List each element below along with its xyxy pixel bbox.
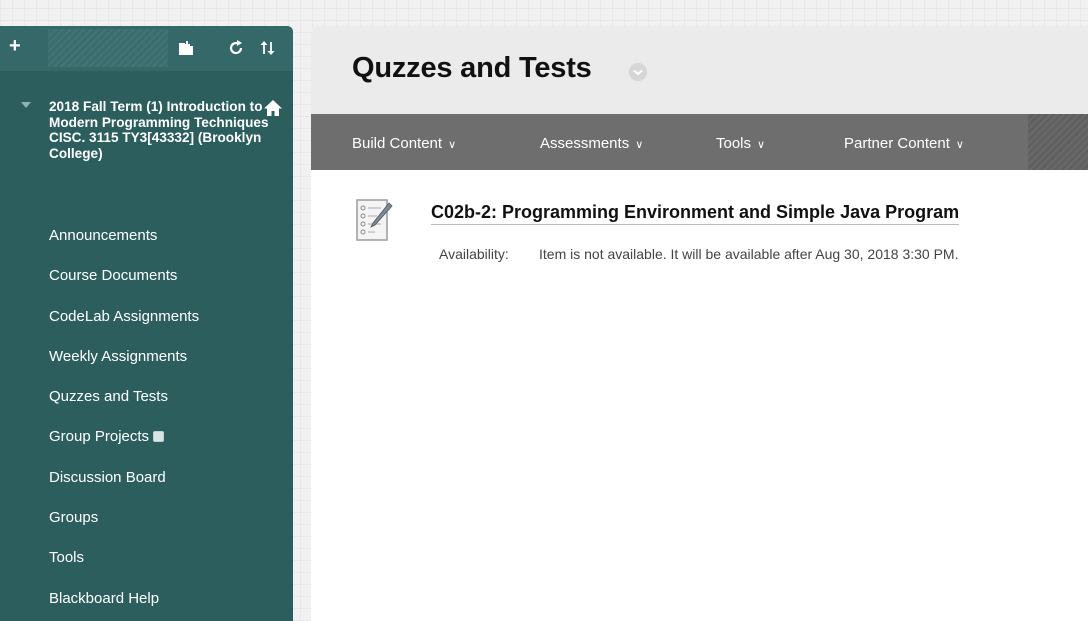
page-header: Quzzes and Tests <box>311 26 1088 114</box>
home-icon[interactable] <box>263 99 283 117</box>
course-sidebar: + 2018 Fall Term (1) Introduction to Mod… <box>0 26 293 621</box>
tools-label: Tools <box>716 135 752 152</box>
sidebar-item-discussion-board[interactable]: Discussion Board <box>0 458 293 498</box>
sidebar-item-weekly-assignments[interactable]: Weekly Assignments <box>0 337 293 377</box>
background-strip <box>0 0 1088 26</box>
build-content-menu[interactable]: Build Content ∨ <box>352 135 456 152</box>
folder-view-icon[interactable] <box>177 39 195 57</box>
refresh-icon[interactable] <box>227 39 245 57</box>
chevron-down-icon: ∨ <box>955 139 964 151</box>
build-content-label: Build Content <box>352 135 443 152</box>
assessments-menu[interactable]: Assessments ∨ <box>540 135 643 152</box>
partner-content-menu[interactable]: Partner Content ∨ <box>844 135 964 152</box>
sidebar-item-quizzes-and-tests[interactable]: Quzzes and Tests <box>0 377 293 417</box>
reorder-icon[interactable] <box>259 39 277 57</box>
sidebar-item-tools[interactable]: Tools <box>0 538 293 578</box>
add-menu-item-button[interactable]: + <box>9 35 21 58</box>
assessments-label: Assessments <box>540 135 630 152</box>
sidebar-item-course-documents[interactable]: Course Documents <box>0 256 293 296</box>
content-item-link[interactable]: C02b-2: Programming Environment and Simp… <box>431 202 960 225</box>
availability-text: Item is not available. It will be availa… <box>539 246 959 262</box>
sidebar-item-groups[interactable]: Groups <box>0 498 293 538</box>
partner-content-label: Partner Content <box>844 135 950 152</box>
tools-menu[interactable]: Tools ∨ <box>716 135 765 152</box>
collapse-caret-icon[interactable] <box>21 102 31 108</box>
sidebar-toolbar-hatch <box>48 29 168 67</box>
sidebar-item-codelab-assignments[interactable]: CodeLab Assignments <box>0 297 293 337</box>
hidden-from-students-icon <box>153 431 165 443</box>
sidebar-item-announcements[interactable]: Announcements <box>0 216 293 256</box>
action-bar: Build Content ∨ Assessments ∨ Tools ∨ Partn… <box>311 114 1088 170</box>
sidebar-toolbar: + <box>0 26 293 71</box>
chevron-down-icon: ∨ <box>448 139 457 151</box>
availability-label: Availability: <box>439 246 509 262</box>
course-title[interactable]: 2018 Fall Term (1) Introduction to Moder… <box>49 99 269 161</box>
content-area: Quzzes and Tests Build Content ∨ Assessme… <box>311 26 1088 621</box>
page-options-chevron-icon[interactable] <box>629 63 647 81</box>
sidebar-item-label: Group Projects <box>49 428 150 446</box>
course-menu: Announcements Course Documents CodeLab A… <box>0 216 293 619</box>
chevron-down-icon: ∨ <box>757 139 766 151</box>
sidebar-item-blackboard-help[interactable]: Blackboard Help <box>0 579 293 619</box>
action-bar-hatch <box>1028 114 1088 170</box>
chevron-down-icon: ∨ <box>635 139 644 151</box>
sidebar-item-group-projects[interactable]: Group Projects <box>0 417 293 457</box>
test-icon <box>356 199 393 241</box>
page-title: Quzzes and Tests <box>352 52 592 84</box>
